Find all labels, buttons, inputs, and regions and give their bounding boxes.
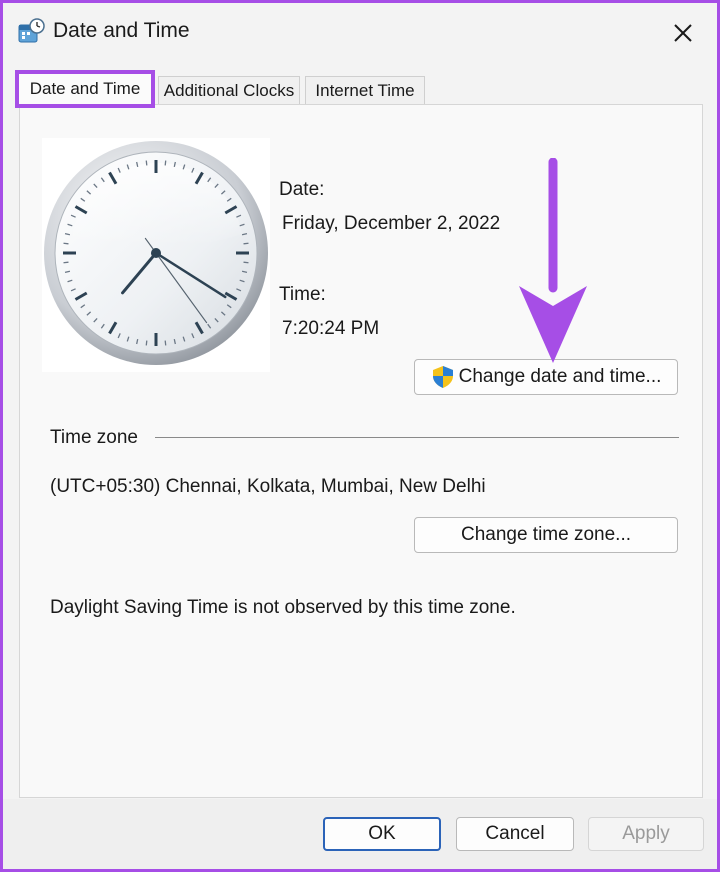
clock-minute-tick [243, 261, 249, 264]
date-value: Friday, December 2, 2022 [282, 213, 501, 234]
time-zone-value: (UTC+05:30) Chennai, Kolkata, Mumbai, Ne… [50, 476, 486, 497]
tab-additional-clocks[interactable]: Additional Clocks [158, 76, 300, 105]
time-zone-heading: Time zone [50, 427, 138, 448]
ok-button[interactable]: OK [323, 817, 441, 851]
window-title: Date and Time [53, 19, 190, 42]
date-time-dialog: Date and Time Date and Time Additional C… [0, 0, 720, 872]
annotation-arrow-icon [519, 158, 587, 363]
title-bar: Date and Time [3, 3, 717, 63]
time-label: Time: [279, 284, 326, 305]
clock-minute-tick [145, 340, 148, 346]
clock-minute-tick [164, 160, 167, 166]
calendar-clock-icon [18, 18, 45, 43]
change-time-zone-label: Change time zone... [460, 524, 632, 545]
date-label: Date: [279, 179, 325, 200]
tab-panel: Date: Friday, December 2, 2022 Time: 7:2… [19, 104, 703, 798]
tab-internet-time[interactable]: Internet Time [305, 76, 425, 105]
dialog-footer: OK Cancel Apply [3, 799, 717, 869]
clock-minute-tick [63, 242, 69, 245]
change-date-time-label: Change date and time... [458, 366, 662, 387]
time-zone-divider [155, 437, 679, 438]
clock-minute-tick [243, 242, 249, 245]
apply-button[interactable]: Apply [588, 817, 704, 851]
cancel-button[interactable]: Cancel [456, 817, 574, 851]
clock-minute-tick [164, 340, 167, 346]
dst-note: Daylight Saving Time is not observed by … [50, 597, 516, 618]
uac-shield-icon [432, 366, 453, 388]
time-value: 7:20:24 PM [282, 318, 380, 339]
tab-date-and-time[interactable]: Date and Time [15, 70, 155, 108]
analog-clock [42, 138, 270, 372]
change-time-zone-button[interactable]: Change time zone... [414, 517, 678, 553]
clock-face-icon [44, 141, 268, 365]
clock-minute-tick [63, 261, 69, 264]
clock-minute-tick [145, 160, 148, 166]
close-icon[interactable] [663, 13, 703, 53]
